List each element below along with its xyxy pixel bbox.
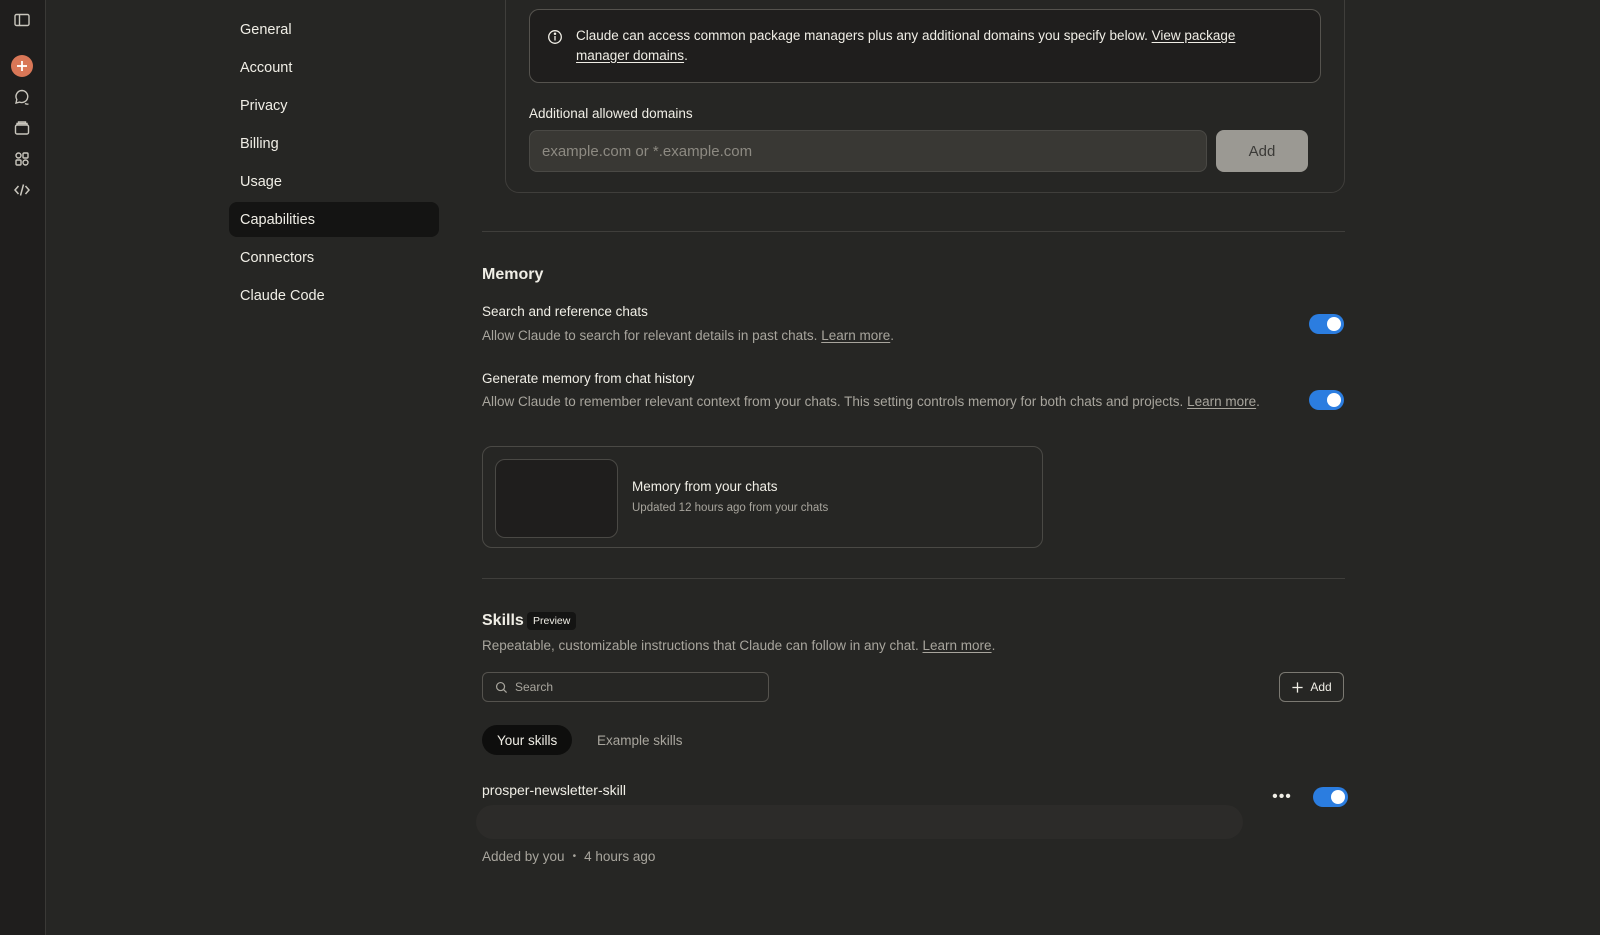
nav-item-label: Usage <box>240 173 282 190</box>
nav-item-claude-code[interactable]: Claude Code <box>229 278 439 313</box>
nav-item-account[interactable]: Account <box>229 50 439 85</box>
icon-rail <box>0 0 46 935</box>
skills-desc: Repeatable, customizable instructions th… <box>482 636 995 656</box>
search-chats-desc: Allow Claude to search for relevant deta… <box>482 326 894 346</box>
generate-memory-desc-text: Allow Claude to remember relevant contex… <box>482 394 1184 409</box>
search-icon <box>495 681 508 693</box>
divider <box>482 578 1345 579</box>
skill-added-by: Added by you <box>482 849 565 864</box>
memory-title: Memory <box>482 266 544 283</box>
allowed-domains-label: Additional allowed domains <box>529 106 693 121</box>
code-icon[interactable] <box>11 179 33 201</box>
add-skill-label: Add <box>1310 680 1332 694</box>
skills-period: . <box>991 638 996 653</box>
info-period: . <box>684 47 688 63</box>
info-icon <box>548 30 562 44</box>
nav-item-privacy[interactable]: Privacy <box>229 88 439 123</box>
nav-item-capabilities[interactable]: Capabilities <box>229 202 439 237</box>
generate-memory-learn-more[interactable]: Learn more <box>1187 394 1256 409</box>
memory-card-subtitle: Updated 12 hours ago from your chats <box>632 502 829 514</box>
nav-item-label: Capabilities <box>240 211 315 228</box>
skill-added-time: 4 hours ago <box>584 849 656 864</box>
generate-memory-toggle[interactable] <box>1309 390 1344 410</box>
chats-icon[interactable] <box>11 86 33 108</box>
search-chats-period: . <box>890 328 895 343</box>
info-text: Claude can access common package manager… <box>576 26 1276 65</box>
plus-icon <box>1292 681 1303 693</box>
nav-item-label: Claude Code <box>240 287 325 304</box>
info-message: Claude can access common package manager… <box>576 28 1148 43</box>
memory-thumbnail <box>495 459 618 538</box>
nav-item-label: Privacy <box>240 97 288 114</box>
projects-icon[interactable] <box>11 117 33 139</box>
skills-title: Skills <box>482 612 524 629</box>
skills-learn-more[interactable]: Learn more <box>923 638 992 653</box>
skill-toggle[interactable] <box>1313 787 1348 807</box>
nav-item-label: General <box>240 21 292 38</box>
new-chat-icon[interactable] <box>11 55 33 77</box>
nav-item-label: Billing <box>240 135 279 152</box>
skills-search-input[interactable]: Search <box>482 672 769 702</box>
skill-name[interactable]: prosper-newsletter-skill <box>482 782 626 798</box>
nav-item-label: Connectors <box>240 249 315 266</box>
nav-item-general[interactable]: General <box>229 12 439 47</box>
generate-memory-period: . <box>1256 394 1260 409</box>
add-skill-button[interactable]: Add <box>1279 672 1344 702</box>
skills-desc-text: Repeatable, customizable instructions th… <box>482 638 919 653</box>
tab-your-skills[interactable]: Your skills <box>482 725 573 755</box>
nav-item-billing[interactable]: Billing <box>229 126 439 161</box>
memory-summary-card[interactable]: Memory from your chats Updated 12 hours … <box>482 446 1043 548</box>
add-domain-button[interactable]: Add <box>1216 130 1308 172</box>
settings-nav: General Account Privacy Billing Usage Ca… <box>229 12 439 316</box>
toggle-knob <box>1327 317 1341 331</box>
search-chats-toggle[interactable] <box>1309 314 1344 334</box>
artifacts-icon[interactable] <box>11 148 33 170</box>
nav-item-label: Account <box>240 59 293 76</box>
more-options-icon[interactable]: ••• <box>1272 787 1292 807</box>
separator-dot: • <box>572 851 577 862</box>
sidebar-toggle-icon[interactable] <box>11 9 33 31</box>
domain-input[interactable]: example.com or *.example.com <box>529 130 1207 172</box>
nav-item-usage[interactable]: Usage <box>229 164 439 199</box>
network-access-card: Claude can access common package manager… <box>505 0 1345 193</box>
generate-memory-title: Generate memory from chat history <box>482 371 695 386</box>
generate-memory-desc: Allow Claude to remember relevant contex… <box>482 392 1272 412</box>
skills-search-placeholder: Search <box>515 680 554 694</box>
search-chats-learn-more[interactable]: Learn more <box>821 328 890 343</box>
skill-description-placeholder <box>476 805 1243 839</box>
package-manager-info: Claude can access common package manager… <box>529 9 1321 83</box>
toggle-knob <box>1331 790 1345 804</box>
search-chats-desc-text: Allow Claude to search for relevant deta… <box>482 328 818 343</box>
memory-card-title: Memory from your chats <box>632 479 778 494</box>
domain-input-placeholder: example.com or *.example.com <box>542 142 753 160</box>
divider <box>482 231 1345 232</box>
tab-example-skills[interactable]: Example skills <box>582 725 698 755</box>
skill-meta: Added by you • 4 hours ago <box>482 849 655 864</box>
preview-badge: Preview <box>527 612 577 630</box>
toggle-knob <box>1327 393 1341 407</box>
nav-item-connectors[interactable]: Connectors <box>229 240 439 275</box>
search-chats-title: Search and reference chats <box>482 304 648 319</box>
